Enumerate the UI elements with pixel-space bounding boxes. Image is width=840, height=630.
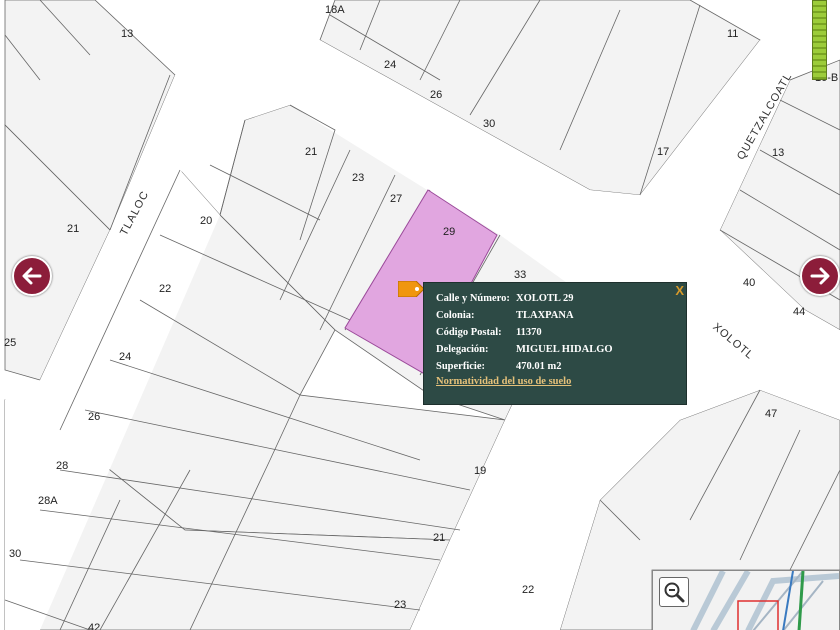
lot-number: 44 (793, 306, 806, 318)
info-key: Código Postal: (436, 327, 502, 338)
lot-number: 33 (514, 269, 527, 281)
parcel-info-popup: X Calle y Número: XOLOTL 29 Colonia: TLAXP… (423, 282, 687, 405)
lot-number: 21 (305, 146, 318, 158)
zoom-slider[interactable] (812, 0, 827, 80)
zoom-out-button[interactable] (659, 577, 689, 607)
lot-number: 24 (119, 351, 132, 363)
info-row: Calle y Número: XOLOTL 29 (436, 293, 573, 304)
land-use-link[interactable]: Normatividad del uso de suelo (436, 376, 571, 387)
info-value: XOLOTL 29 (516, 293, 574, 304)
info-key: Colonia: (436, 310, 475, 321)
lot-number: 22 (159, 283, 172, 295)
close-button[interactable]: X (675, 283, 684, 298)
arrow-left-icon (22, 267, 42, 285)
info-row: Colonia: TLAXPANA (436, 310, 574, 321)
lot-number: 27 (390, 193, 403, 205)
lot-number: 24 (384, 59, 397, 71)
info-row: Código Postal: 11370 (436, 327, 542, 338)
lot-number: 21 (67, 223, 80, 235)
location-tag-icon[interactable] (398, 281, 424, 297)
info-value: 470.01 m2 (516, 361, 562, 372)
lot-number: 23 (352, 172, 365, 184)
lot-number: 13 (121, 28, 134, 40)
lot-number: 42 (88, 622, 101, 630)
lot-number: 40 (743, 277, 756, 289)
lot-number: 18A (325, 4, 345, 16)
lot-number: 22 (522, 584, 535, 596)
arrow-right-icon (810, 267, 830, 285)
info-row: Delegación: MIGUEL HIDALGO (436, 344, 613, 355)
lot-number: 28 (56, 460, 69, 472)
info-row: Superficie: 470.01 m2 (436, 361, 562, 372)
lot-number: 13 (772, 147, 785, 159)
lot-number: 23 (394, 599, 407, 611)
info-value: TLAXPANA (516, 310, 574, 321)
map-viewport[interactable]: 13 18A 24 26 30 11 10-B 17 13 21 23 27 2… (0, 0, 840, 630)
lot-number: 19 (474, 465, 487, 477)
lot-number: 47 (765, 408, 778, 420)
lot-number: 26 (430, 89, 443, 101)
lot-number: 26 (88, 411, 101, 423)
lot-number: 29 (443, 226, 456, 238)
lot-number: 25 (4, 337, 17, 349)
lot-number: 20 (200, 215, 213, 227)
info-key: Calle y Número: (436, 293, 510, 304)
info-key: Delegación: (436, 344, 489, 355)
pan-right-button[interactable] (800, 256, 840, 296)
info-key: Superficie: (436, 361, 485, 372)
magnifier-minus-icon (664, 582, 685, 603)
lot-number: 11 (727, 28, 739, 40)
parcel-map (4, 0, 840, 630)
info-value: MIGUEL HIDALGO (516, 344, 613, 355)
lot-number: 28A (38, 495, 58, 507)
pan-left-button[interactable] (12, 256, 52, 296)
lot-number: 30 (9, 548, 22, 560)
lot-number: 17 (657, 146, 670, 158)
lot-number: 21 (433, 532, 446, 544)
lot-number: 30 (483, 118, 496, 130)
info-value: 11370 (516, 327, 542, 338)
overview-map[interactable] (652, 570, 840, 630)
